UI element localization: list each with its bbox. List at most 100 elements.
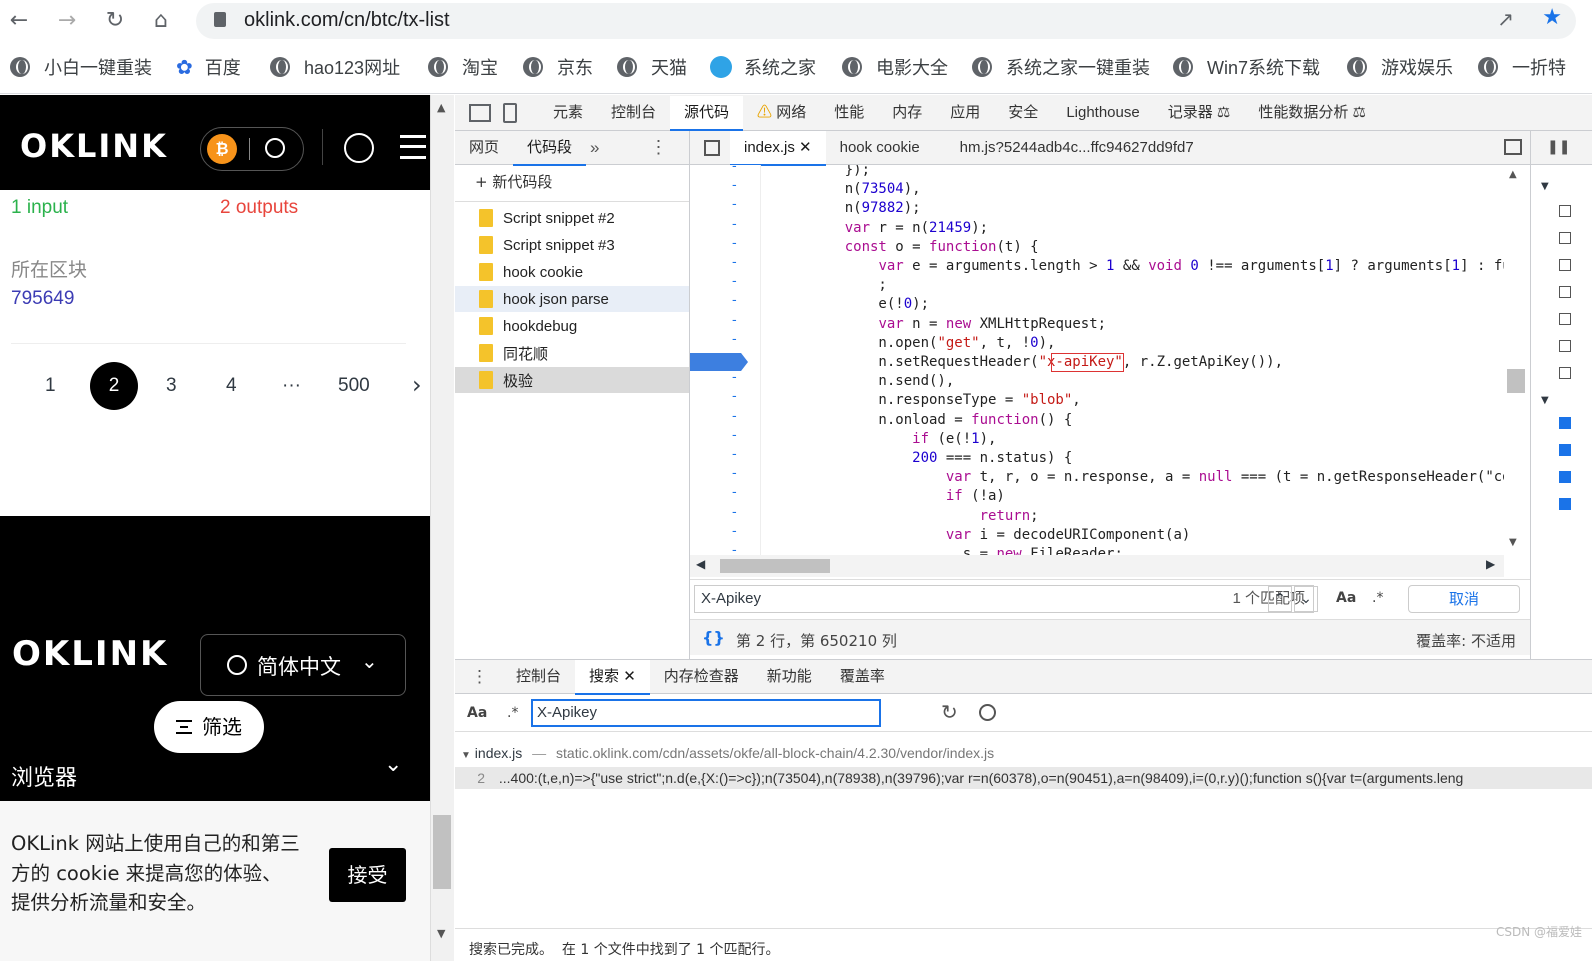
tab-security[interactable]: 安全 xyxy=(994,96,1052,130)
snippet-item[interactable]: hook cookie xyxy=(455,259,689,285)
checkbox-checked[interactable] xyxy=(1559,417,1571,429)
bookmark-item[interactable]: ✿ 百度 xyxy=(176,54,241,80)
reload-icon[interactable]: ↻ xyxy=(100,6,130,36)
find-next-icon[interactable]: ⌄ xyxy=(1294,586,1318,612)
tab-page[interactable]: 网页 xyxy=(455,131,513,165)
snippet-item[interactable]: hook json parse xyxy=(455,286,689,312)
tab-network[interactable]: ⚠ 网络 xyxy=(743,96,820,130)
drawer-tab-coverage[interactable]: 覆盖率 xyxy=(826,660,899,694)
scroll-up-icon[interactable]: ▲ xyxy=(1509,169,1517,180)
snippet-item[interactable]: Script snippet #2 xyxy=(455,205,689,231)
scrollbar-thumb[interactable] xyxy=(433,815,451,889)
next-page-icon[interactable]: › xyxy=(412,371,422,399)
gutter-marker[interactable]: - xyxy=(732,178,742,193)
tab-sources[interactable]: 源代码 xyxy=(670,95,744,131)
gutter-marker[interactable]: - xyxy=(732,197,742,212)
editor-tab-hm-js[interactable]: hm.js?5244adb4c...ffc94627dd9fd7 xyxy=(946,131,1208,165)
tab-elements[interactable]: 元素 xyxy=(539,96,597,130)
page-button[interactable]: 500 xyxy=(338,375,370,397)
scroll-down-icon[interactable]: ▼ xyxy=(1509,537,1517,548)
tab-snippets[interactable]: 代码段 xyxy=(513,131,587,166)
editor-scrollbar[interactable]: ▲ ▼ xyxy=(1504,165,1528,555)
page-ellipsis[interactable]: ··· xyxy=(282,375,301,397)
bookmark-item[interactable]: 淘宝 xyxy=(428,54,498,80)
search-icon[interactable] xyxy=(265,138,285,158)
bookmark-item[interactable]: 系统之家 xyxy=(710,54,816,80)
snippet-item[interactable]: Script snippet #3 xyxy=(455,232,689,258)
checkbox-checked[interactable] xyxy=(1559,471,1571,483)
gutter-marker[interactable]: - xyxy=(732,524,742,539)
gutter-marker[interactable]: - xyxy=(732,217,742,232)
page-button[interactable]: 1 xyxy=(45,375,56,397)
oklink-logo[interactable]: OKLINK xyxy=(12,634,168,674)
gutter-marker[interactable]: - xyxy=(732,428,742,443)
drawer-tab-search[interactable]: 搜索 ✕ xyxy=(575,659,650,695)
tab-memory[interactable]: 内存 xyxy=(878,96,936,130)
checkbox[interactable] xyxy=(1559,232,1571,244)
bookmark-item[interactable]: hao123网址 xyxy=(270,54,400,80)
pause-icon[interactable]: ❚❚ xyxy=(1547,139,1570,155)
drawer-menu-icon[interactable]: ⋮ xyxy=(471,667,488,687)
match-case-icon[interactable]: Aa xyxy=(467,705,487,721)
gutter-marker[interactable]: - xyxy=(732,370,742,385)
clear-icon[interactable] xyxy=(979,704,996,721)
gutter-marker[interactable]: - xyxy=(732,274,742,289)
more-options-icon[interactable]: ⋮ xyxy=(650,137,668,158)
pretty-print-icon[interactable]: {} xyxy=(702,628,725,647)
gutter-marker[interactable]: - xyxy=(732,409,742,424)
drawer-tab-memory-inspector[interactable]: 内存检查器 xyxy=(650,660,753,694)
refresh-icon[interactable]: ↻ xyxy=(941,700,958,724)
scroll-right-icon[interactable]: ▶ xyxy=(1486,557,1495,571)
checkbox-checked[interactable] xyxy=(1559,498,1571,510)
cancel-button[interactable]: 取消 xyxy=(1408,585,1520,613)
close-icon[interactable]: ✕ xyxy=(623,668,636,685)
gutter-marker[interactable]: - xyxy=(732,255,742,270)
drawer-tab-console[interactable]: 控制台 xyxy=(502,660,575,694)
share-icon[interactable]: ↗ xyxy=(1497,7,1514,31)
gutter-marker[interactable]: - xyxy=(732,447,742,462)
expand-icon[interactable]: ▼ xyxy=(1541,181,1549,192)
new-snippet-button[interactable]: + 新代码段 xyxy=(475,171,552,192)
gutter-marker[interactable]: - xyxy=(732,505,742,520)
bookmark-star-icon[interactable]: ★ xyxy=(1542,5,1562,30)
snippet-item[interactable]: hookdebug xyxy=(455,313,689,339)
globe-icon[interactable] xyxy=(344,133,374,163)
bookmark-item[interactable]: Win7系统下载 xyxy=(1173,54,1320,80)
bookmark-item[interactable]: 天猫 xyxy=(617,54,687,80)
menu-icon[interactable] xyxy=(400,135,426,159)
checkbox[interactable] xyxy=(1559,340,1571,352)
regex-icon[interactable]: .* xyxy=(507,705,518,721)
drawer-tab-whats-new[interactable]: 新功能 xyxy=(753,660,826,694)
page-button[interactable]: 3 xyxy=(166,375,177,397)
tab-recorder[interactable]: 记录器 ⚖ xyxy=(1154,96,1245,130)
checkbox[interactable] xyxy=(1559,286,1571,298)
bookmark-item[interactable]: 一折特 xyxy=(1478,54,1566,80)
checkbox[interactable] xyxy=(1559,259,1571,271)
line-gutter[interactable]: --------------------- xyxy=(690,159,760,558)
bookmark-item[interactable]: 小白一键重装 xyxy=(10,54,152,80)
search-result-file[interactable]: ▼ index.js — static.oklink.com/cdn/asset… xyxy=(461,745,994,761)
scrollbar-thumb[interactable] xyxy=(720,559,830,573)
home-icon[interactable]: ⌂ xyxy=(146,6,176,36)
gutter-marker[interactable]: - xyxy=(732,485,742,500)
checkbox[interactable] xyxy=(1559,367,1571,379)
find-previous-icon[interactable]: ⌃ xyxy=(1268,586,1292,612)
back-arrow-icon[interactable]: ← xyxy=(4,6,34,36)
search-input[interactable]: X-Apikey xyxy=(531,699,881,727)
tab-performance-insights[interactable]: 性能数据分析 ⚖ xyxy=(1244,96,1380,130)
snippet-item[interactable]: 同花顺 xyxy=(455,340,689,366)
gutter-marker[interactable]: - xyxy=(732,313,742,328)
inspect-icon[interactable] xyxy=(469,103,491,122)
scroll-up-icon[interactable]: ▲ xyxy=(437,101,445,114)
close-icon[interactable]: ✕ xyxy=(799,139,812,156)
footer-section-title[interactable]: 浏览器 xyxy=(11,760,77,792)
filter-button[interactable]: 筛选 xyxy=(154,701,264,753)
bookmark-item[interactable]: 京东 xyxy=(523,54,593,80)
bookmark-item[interactable]: 游戏娱乐 xyxy=(1347,54,1453,80)
regex-icon[interactable]: .* xyxy=(1372,590,1383,606)
toggle-navigator-icon[interactable] xyxy=(704,139,720,156)
checkbox[interactable] xyxy=(1559,205,1571,217)
gutter-marker[interactable]: - xyxy=(732,332,742,347)
page-button[interactable]: 4 xyxy=(226,375,237,397)
more-tabs-icon[interactable]: » xyxy=(590,138,599,158)
